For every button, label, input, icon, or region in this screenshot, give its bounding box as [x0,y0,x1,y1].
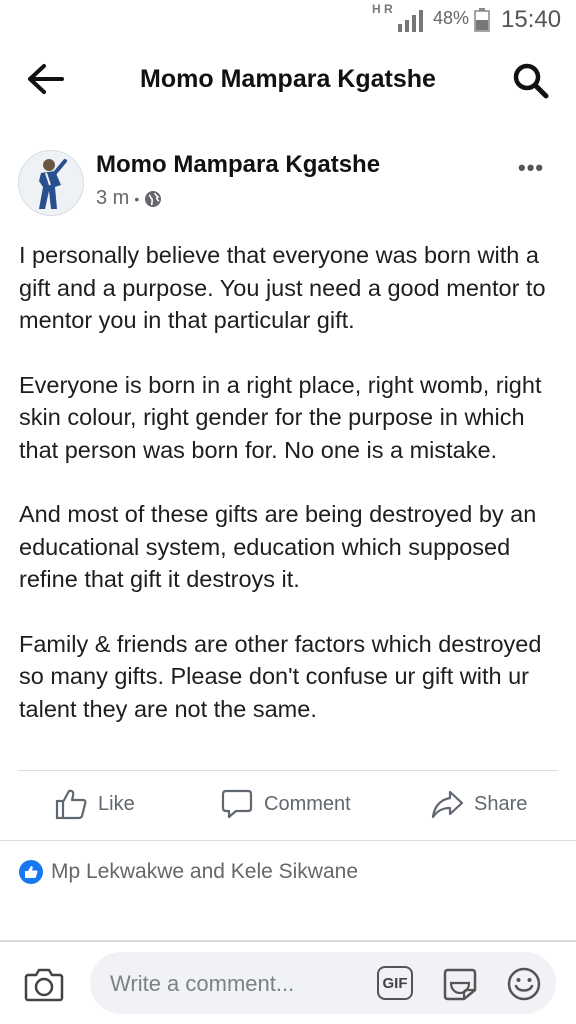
post-paragraph: I personally believe that everyone was b… [19,242,546,333]
sticker-icon[interactable] [442,966,478,1002]
page-title: Momo Mampara Kgatshe [140,65,436,93]
network-indicator: H R [372,2,393,16]
share-icon [431,790,464,819]
comment-button[interactable]: Comment [220,788,351,820]
emoji-icon[interactable] [506,966,542,1002]
meta-separator: • [134,190,140,207]
reactions-names: Mp Lekwakwe and Kele Sikwane [51,860,359,883]
post-paragraph: Everyone is born in a right place, right… [19,371,542,463]
post-time[interactable]: 3 m [96,187,129,210]
post-body: I personally believe that everyone was b… [19,239,564,757]
battery-icon [474,8,490,32]
camera-icon[interactable] [24,966,64,1002]
status-bar: H R 48% 15:40 [0,0,576,40]
battery-percent: 48% [433,8,470,28]
search-icon[interactable] [512,62,550,100]
avatar-image [19,151,83,215]
share-button[interactable]: Share [430,788,527,820]
comment-icon [221,789,253,819]
post-meta: 3 m • [96,187,162,210]
globe-icon [145,190,162,207]
avatar[interactable] [18,150,84,216]
like-reaction-icon [19,860,43,884]
page-header: Momo Mampara Kgatshe [0,50,576,110]
post-author[interactable]: Momo Mampara Kgatshe [96,151,380,179]
post-paragraph: And most of these gifts are being destro… [19,501,537,592]
post-actions: Like Comment Share [0,778,576,834]
comment-input-container: GIF [90,952,556,1014]
network-type-r: R [384,2,393,16]
comment-composer: GIF [0,942,576,1024]
post-paragraph: Family & friends are other factors which… [19,630,542,722]
reactions-summary[interactable]: Mp Lekwakwe and Kele Sikwane [19,860,358,884]
like-label: Like [98,792,135,815]
divider [18,770,558,771]
status-time: 15:40 [501,6,562,33]
share-label: Share [474,792,528,815]
gif-button[interactable]: GIF [377,966,413,1000]
divider [0,840,576,841]
more-options-icon[interactable]: ••• [518,155,544,181]
network-type-h: H [372,2,381,16]
like-button[interactable]: Like [54,788,135,820]
comment-input[interactable] [108,966,362,1002]
comment-label: Comment [264,792,351,815]
thumbs-up-icon [55,789,87,820]
signal-icon [398,10,423,32]
